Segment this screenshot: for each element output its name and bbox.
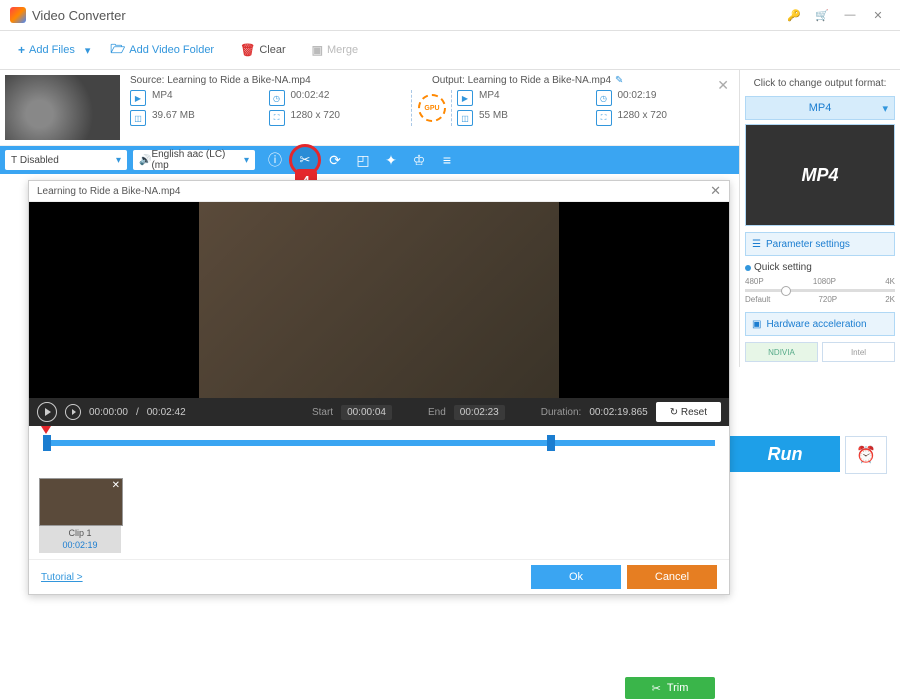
trim-handle-right[interactable] — [547, 435, 555, 451]
end-label: End — [428, 407, 446, 418]
clip-thumbnail: ✕ — [39, 478, 123, 526]
key-icon[interactable]: 🔑 — [782, 3, 806, 27]
add-files-button[interactable]: +Add Files — [10, 39, 83, 61]
out-format: MP4 — [479, 90, 596, 106]
reset-icon: ↻ — [670, 407, 678, 418]
playhead-marker[interactable] — [41, 426, 51, 434]
clock-icon: ⏰ — [856, 445, 876, 465]
watermark-icon[interactable]: ♔ — [405, 146, 433, 174]
tutorial-link[interactable]: Tutorial > — [41, 572, 83, 583]
duration-icon: ◷ — [596, 90, 612, 106]
merge-button: ▣Merge — [304, 39, 367, 61]
trim-button[interactable]: ✂Trim — [625, 677, 715, 699]
clip-name: Clip 1 — [39, 528, 121, 540]
clip-item[interactable]: ✕ Clip 100:02:19 — [39, 478, 121, 553]
size-icon: ◫ — [457, 110, 473, 126]
duration-value: 00:02:19.865 — [589, 407, 647, 418]
video-thumbnail[interactable] — [5, 75, 120, 140]
clip-remove-icon[interactable]: ✕ — [112, 480, 120, 491]
clear-button[interactable]: 🗑Clear — [232, 39, 294, 61]
duration-icon: ◷ — [269, 90, 285, 106]
effects-icon[interactable]: ✦ — [377, 146, 405, 174]
schedule-button[interactable]: ⏰ — [845, 436, 887, 474]
output-format-dropdown[interactable]: MP4▾ — [745, 96, 895, 120]
minimize-button[interactable]: — — [838, 3, 862, 27]
cancel-button[interactable]: Cancel — [627, 565, 717, 589]
editor-close-button[interactable]: ✕ — [710, 183, 721, 199]
subtitle-dropdown[interactable]: T Disabled▾ — [5, 150, 127, 170]
crop-icon[interactable]: ◰ — [349, 146, 377, 174]
out-resolution: 1280 x 720 — [618, 110, 735, 126]
nvidia-button[interactable]: NDIVIA — [745, 342, 818, 362]
trash-icon: 🗑 — [240, 43, 255, 57]
play-button[interactable] — [37, 402, 57, 422]
settings-icon: ☰ — [752, 239, 761, 250]
src-duration: 00:02:42 — [291, 90, 408, 106]
size-icon: ◫ — [130, 110, 146, 126]
time-current: 00:00:00 — [89, 407, 128, 418]
parameter-settings-button[interactable]: ☰Parameter settings — [745, 232, 895, 256]
audio-dropdown[interactable]: 🔊English aac (LC) (mp▾ — [133, 150, 255, 170]
clip-duration: 00:02:19 — [39, 540, 121, 552]
out-size: 55 MB — [479, 110, 596, 126]
src-resolution: 1280 x 720 — [291, 110, 408, 126]
plus-icon: + — [18, 43, 25, 57]
end-value[interactable]: 00:02:23 — [454, 405, 505, 420]
quality-ticks-bottom: Default720P2K — [745, 295, 895, 304]
hardware-acceleration-button[interactable]: ▣Hardware acceleration — [745, 312, 895, 336]
trim-slider[interactable]: ✂Trim — [29, 426, 729, 472]
slider-knob[interactable] — [781, 286, 791, 296]
resolution-icon: ⛶ — [596, 110, 612, 126]
merge-icon: ▣ — [312, 43, 323, 57]
cut-button[interactable]: ✂4 — [289, 144, 321, 176]
quality-ticks-top: 480P1080P4K — [745, 277, 895, 286]
format-preview[interactable]: MP4 — [745, 124, 895, 226]
video-item[interactable]: ✕ Source: Learning to Ride a Bike-NA.mp4… — [0, 70, 739, 146]
time-total: 00:02:42 — [147, 407, 186, 418]
app-title: Video Converter — [32, 8, 778, 23]
cart-icon[interactable]: 🛒 — [810, 3, 834, 27]
add-video-folder-button[interactable]: 🗁Add Video Folder — [102, 36, 222, 65]
start-value[interactable]: 00:00:04 — [341, 405, 392, 420]
rotate-icon[interactable]: ⟳ — [321, 146, 349, 174]
format-panel-head: Click to change output format: — [745, 75, 895, 92]
ok-button[interactable]: Ok — [531, 565, 621, 589]
edit-output-icon[interactable]: ✎ — [615, 75, 623, 86]
remove-item-button[interactable]: ✕ — [717, 77, 729, 94]
video-preview[interactable] — [29, 202, 729, 398]
quick-setting-label: Quick setting — [745, 262, 895, 273]
trim-handle-left[interactable] — [43, 435, 51, 451]
edit-toolbar: T Disabled▾ 🔊English aac (LC) (mp▾ ⓘ ✂4 … — [0, 146, 739, 174]
folder-icon: 🗁 — [110, 40, 125, 61]
scissors-icon: ✂ — [652, 682, 661, 695]
reset-button[interactable]: ↻ Reset — [656, 402, 721, 422]
resolution-icon: ⛶ — [269, 110, 285, 126]
run-button[interactable]: Run — [730, 436, 840, 472]
source-file: Learning to Ride a Bike-NA.mp4 — [167, 75, 310, 86]
output-label: Output: — [432, 75, 465, 86]
cut-editor-dialog: Learning to Ride a Bike-NA.mp4 ✕ 00:00:00… — [28, 180, 730, 595]
add-files-dropdown[interactable]: ▾ — [83, 40, 93, 61]
source-label: Source: — [130, 75, 164, 86]
chip-icon: ▣ — [752, 319, 761, 330]
quality-slider[interactable] — [745, 289, 895, 292]
format-icon: ▶ — [130, 90, 146, 106]
step-button[interactable] — [65, 404, 81, 420]
subtitle-icon[interactable]: ≡ — [433, 146, 461, 174]
output-file: Learning to Ride a Bike-NA.mp4 — [468, 75, 611, 86]
editor-title: Learning to Ride a Bike-NA.mp4 — [37, 186, 180, 197]
format-icon: ▶ — [457, 90, 473, 106]
intel-button[interactable]: Intel — [822, 342, 895, 362]
src-size: 39.67 MB — [152, 110, 269, 126]
close-button[interactable]: ✕ — [866, 3, 890, 27]
start-label: Start — [312, 407, 333, 418]
src-format: MP4 — [152, 90, 269, 106]
info-icon[interactable]: ⓘ — [261, 146, 289, 174]
app-logo — [10, 7, 26, 23]
gpu-badge: GPU — [418, 94, 446, 122]
duration-label: Duration: — [541, 407, 582, 418]
